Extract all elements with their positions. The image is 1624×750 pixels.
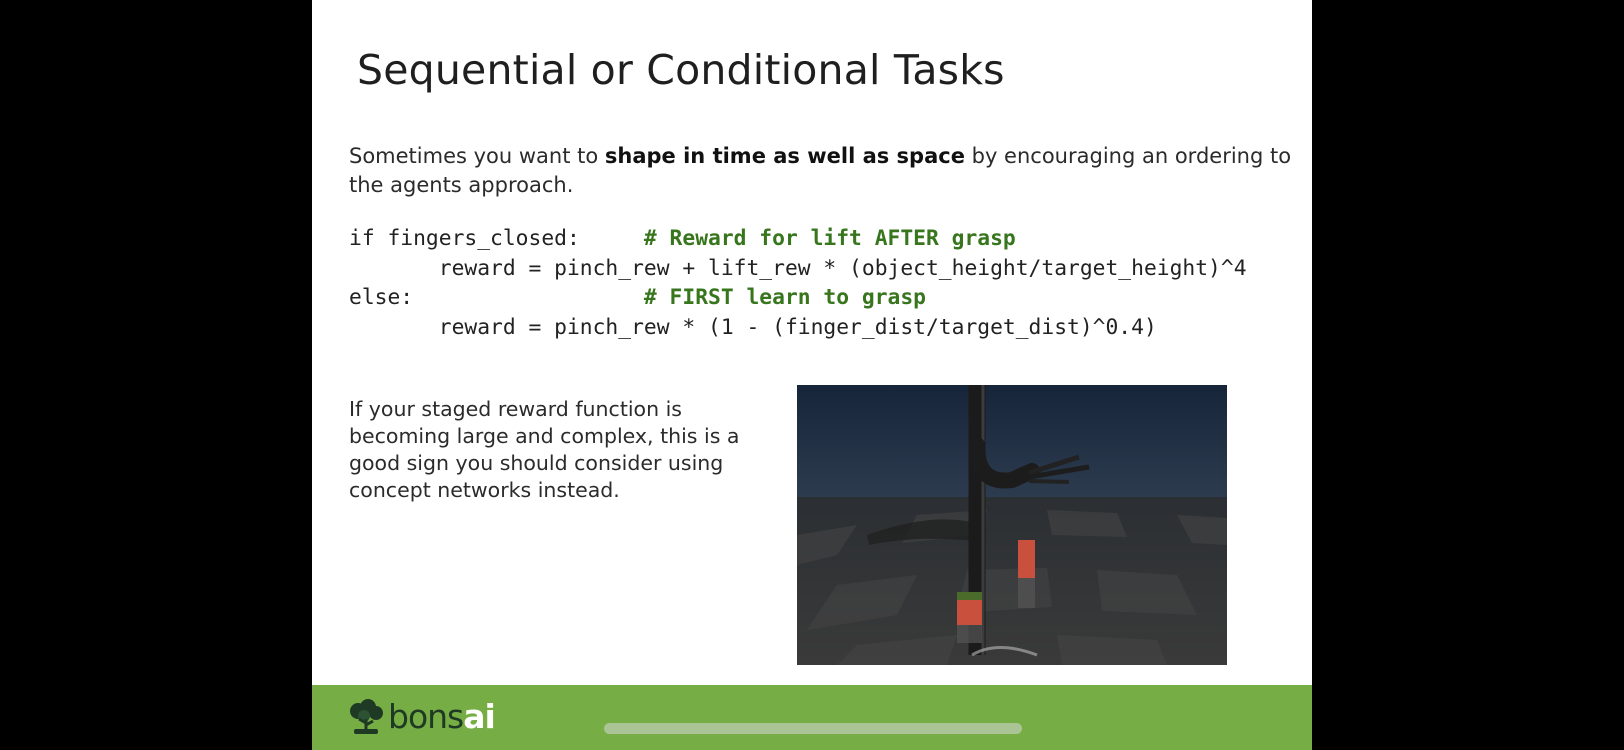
bonsai-wordmark: bonsai — [388, 697, 496, 737]
slide-title: Sequential or Conditional Tasks — [357, 46, 1005, 94]
code-line-3: else: # FIRST learn to grasp — [349, 285, 926, 310]
concept-network-note: If your staged reward function is becomi… — [349, 397, 740, 502]
intro-text-before: Sometimes you want to — [349, 144, 605, 168]
code-line-1-comment: # Reward for lift AFTER grasp — [643, 226, 1016, 251]
code-line-1-code: if fingers_closed: — [349, 226, 644, 251]
slide: Sequential or Conditional Tasks Sometime… — [312, 0, 1312, 750]
code-line-1: if fingers_closed: # Reward for lift AFT… — [349, 226, 1016, 251]
logo-text-2: ai — [463, 697, 496, 736]
home-indicator-bar[interactable] — [604, 723, 1022, 734]
bonsai-tree-icon — [350, 699, 383, 734]
robot-arm-scene — [797, 385, 1227, 665]
logo-text-1: bons — [388, 697, 464, 736]
code-line-3-code: else: — [349, 285, 644, 310]
code-line-4: reward = pinch_rew * (1 - (finger_dist/t… — [349, 314, 1157, 340]
code-block: if fingers_closed: # Reward for lift AFT… — [349, 224, 1247, 342]
code-line-2: reward = pinch_rew + lift_rew * (object_… — [349, 255, 1247, 281]
code-line-3-comment: # FIRST learn to grasp — [643, 285, 926, 310]
footer-bar: bonsai — [312, 685, 1312, 750]
robot-arm-simulation-image — [797, 385, 1227, 665]
intro-text-bold: shape in time as well as space — [604, 144, 965, 168]
bonsai-logo: bonsai — [346, 697, 496, 737]
intro-paragraph: Sometimes you want to shape in time as w… — [349, 142, 1299, 200]
